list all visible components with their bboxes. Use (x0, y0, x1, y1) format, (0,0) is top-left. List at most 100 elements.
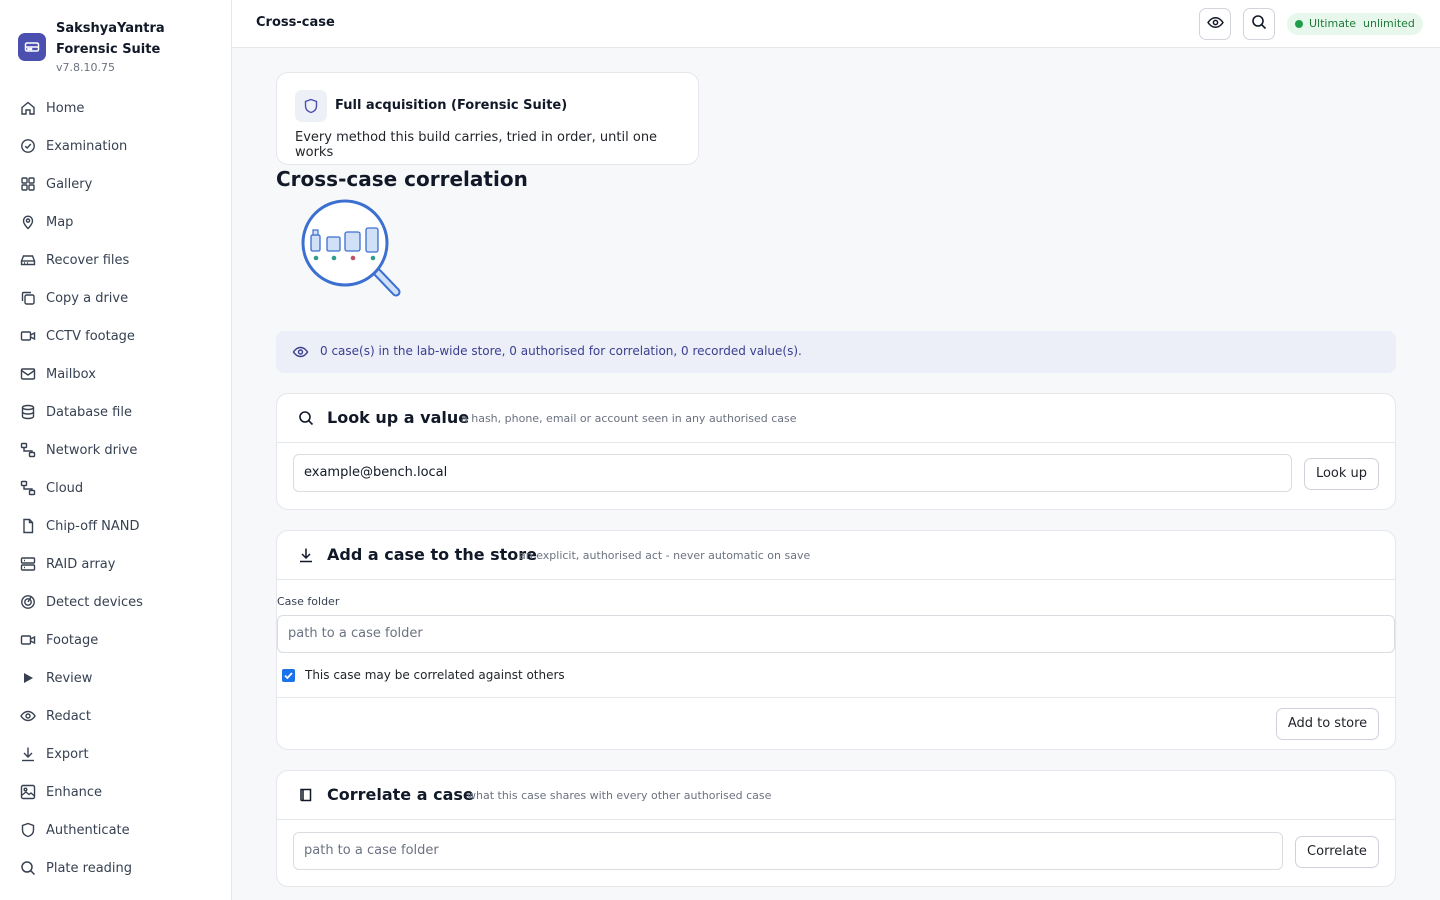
map-pin-icon (19, 214, 36, 231)
sidebar-item-label: RAID array (46, 556, 116, 572)
license-label: Ultimate unlimited (1309, 17, 1415, 30)
shield-icon (19, 822, 36, 839)
acquisition-mode-card: Full acquisition (Forensic Suite) Every … (276, 72, 699, 165)
play-icon (19, 670, 36, 687)
sidebar-item-authenticate[interactable]: Authenticate (0, 811, 231, 849)
sidebar-item-plate-reading[interactable]: Plate reading (0, 849, 231, 887)
database-icon (19, 404, 36, 421)
sidebar-item-database-file[interactable]: Database file (0, 393, 231, 431)
divider (277, 697, 1395, 698)
sidebar-item-label: Export (46, 746, 89, 762)
search-icon (19, 860, 36, 877)
eye-icon (292, 344, 309, 364)
eye-icon (1206, 14, 1224, 35)
sidebar-item-label: Mailbox (46, 366, 96, 382)
correlate-title: Correlate a case (327, 785, 474, 804)
hard-drive-logo-icon (18, 33, 46, 61)
sidebar-item-network-drive[interactable]: Network drive (0, 431, 231, 469)
correlate-header: Correlate a case what this case shares w… (277, 771, 1395, 820)
sidebar-item-label: Enhance (46, 784, 103, 800)
sidebar-item-label: Copy a drive (46, 290, 129, 306)
sidebar-item-review[interactable]: Review (0, 659, 231, 697)
add-case-hint: an explicit, authorised act - never auto… (519, 549, 811, 562)
cloud-network-icon (19, 480, 36, 497)
sidebar-item-chip-off-nand[interactable]: Chip-off NAND (0, 507, 231, 545)
network-icon (19, 442, 36, 459)
video-icon (19, 632, 36, 649)
add-case-section: Add a case to the store an explicit, aut… (276, 530, 1396, 750)
sidebar-item-examination[interactable]: Examination (0, 127, 231, 165)
sidebar-item-label: Authenticate (46, 822, 130, 838)
chip-icon (19, 518, 36, 535)
magnifier-devices-illustration (296, 195, 406, 300)
sidebar-item-export[interactable]: Export (0, 735, 231, 773)
lookup-header: Look up a value a hash, phone, email or … (277, 394, 1395, 443)
mail-icon (19, 366, 36, 383)
sidebar-item-copy-a-drive[interactable]: Copy a drive (0, 279, 231, 317)
correlate-section: Correlate a case what this case shares w… (276, 770, 1396, 887)
correlation-consent-checkbox[interactable] (282, 669, 295, 682)
download-icon (19, 746, 36, 763)
correlation-consent-label: This case may be correlated against othe… (305, 668, 565, 682)
home-icon (19, 100, 36, 117)
sidebar-item-mailbox[interactable]: Mailbox (0, 355, 231, 393)
server-icon (19, 556, 36, 573)
sidebar-item-home[interactable]: Home (0, 89, 231, 127)
sidebar-item-raid-array[interactable]: RAID array (0, 545, 231, 583)
brand: SakshyaYantra Forensic Suite v7.8.10.75 (18, 18, 224, 78)
sidebar-item-detect-devices[interactable]: Detect devices (0, 583, 231, 621)
lookup-section: Look up a value a hash, phone, email or … (276, 393, 1396, 510)
sidebar-item-label: Examination (46, 138, 128, 154)
sidebar-item-label: CCTV footage (46, 328, 135, 344)
image-icon (19, 784, 36, 801)
check-circle-icon (19, 138, 36, 155)
sidebar-item-cctv-footage[interactable]: CCTV footage (0, 317, 231, 355)
app-name: SakshyaYantra Forensic Suite (56, 21, 165, 57)
add-to-store-button[interactable]: Add to store (1276, 708, 1379, 740)
status-dot-icon (1295, 20, 1303, 28)
sidebar-item-label: Redact (46, 708, 91, 724)
mode-subtitle: Every method this build carries, tried i… (295, 130, 658, 160)
sidebar-item-label: Recover files (46, 252, 130, 268)
search-button[interactable] (1243, 8, 1275, 40)
topbar: Cross-case Ultimate unlimited (232, 0, 1440, 48)
sidebar-item-map[interactable]: Map (0, 203, 231, 241)
mode-title: Full acquisition (Forensic Suite) (335, 98, 568, 113)
case-folder-input[interactable]: path to a case folder (277, 615, 1395, 653)
correlate-hint: what this case shares with every other a… (467, 789, 772, 802)
lookup-hint: a hash, phone, email or account seen in … (461, 412, 797, 425)
sidebar-item-label: Detect devices (46, 594, 143, 610)
search-icon (1251, 14, 1267, 34)
correlate-case-input[interactable]: path to a case folder (293, 832, 1283, 870)
visibility-button[interactable] (1199, 8, 1231, 40)
shield-icon (295, 90, 327, 122)
app-version: v7.8.10.75 (56, 61, 115, 74)
add-case-title: Add a case to the store (327, 545, 538, 564)
sidebar-item-label: Database file (46, 404, 132, 420)
case-folder-label: Case folder (277, 595, 340, 608)
sidebar-item-cloud[interactable]: Cloud (0, 469, 231, 507)
sidebar-item-footage[interactable]: Footage (0, 621, 231, 659)
page-breadcrumb: Cross-case (256, 15, 335, 30)
sidebar-item-label: Cloud (46, 480, 84, 496)
lookup-button[interactable]: Look up (1304, 458, 1379, 490)
sidebar-item-label: Gallery (46, 176, 93, 192)
sidebar: SakshyaYantra Forensic Suite v7.8.10.75 … (0, 0, 232, 900)
lookup-value-input[interactable]: example@bench.local (293, 454, 1292, 492)
store-status-text: 0 case(s) in the lab-wide store, 0 autho… (320, 344, 802, 358)
sidebar-item-redact[interactable]: Redact (0, 697, 231, 735)
sidebar-item-enhance[interactable]: Enhance (0, 773, 231, 811)
sidebar-item-label: Map (46, 214, 74, 230)
sidebar-item-label: Plate reading (46, 860, 133, 876)
page-title: Cross-case correlation (276, 167, 528, 191)
copy-icon (19, 290, 36, 307)
add-case-header: Add a case to the store an explicit, aut… (277, 531, 1395, 580)
sidebar-item-recover-files[interactable]: Recover files (0, 241, 231, 279)
sidebar-item-gallery[interactable]: Gallery (0, 165, 231, 203)
license-badge: Ultimate unlimited (1287, 13, 1423, 35)
correlate-button[interactable]: Correlate (1295, 836, 1379, 868)
grid-icon (19, 176, 36, 193)
sidebar-item-label: Network drive (46, 442, 138, 458)
sidebar-nav: Home Examination Gallery Map Recover fil… (0, 89, 231, 887)
radar-icon (19, 594, 36, 611)
